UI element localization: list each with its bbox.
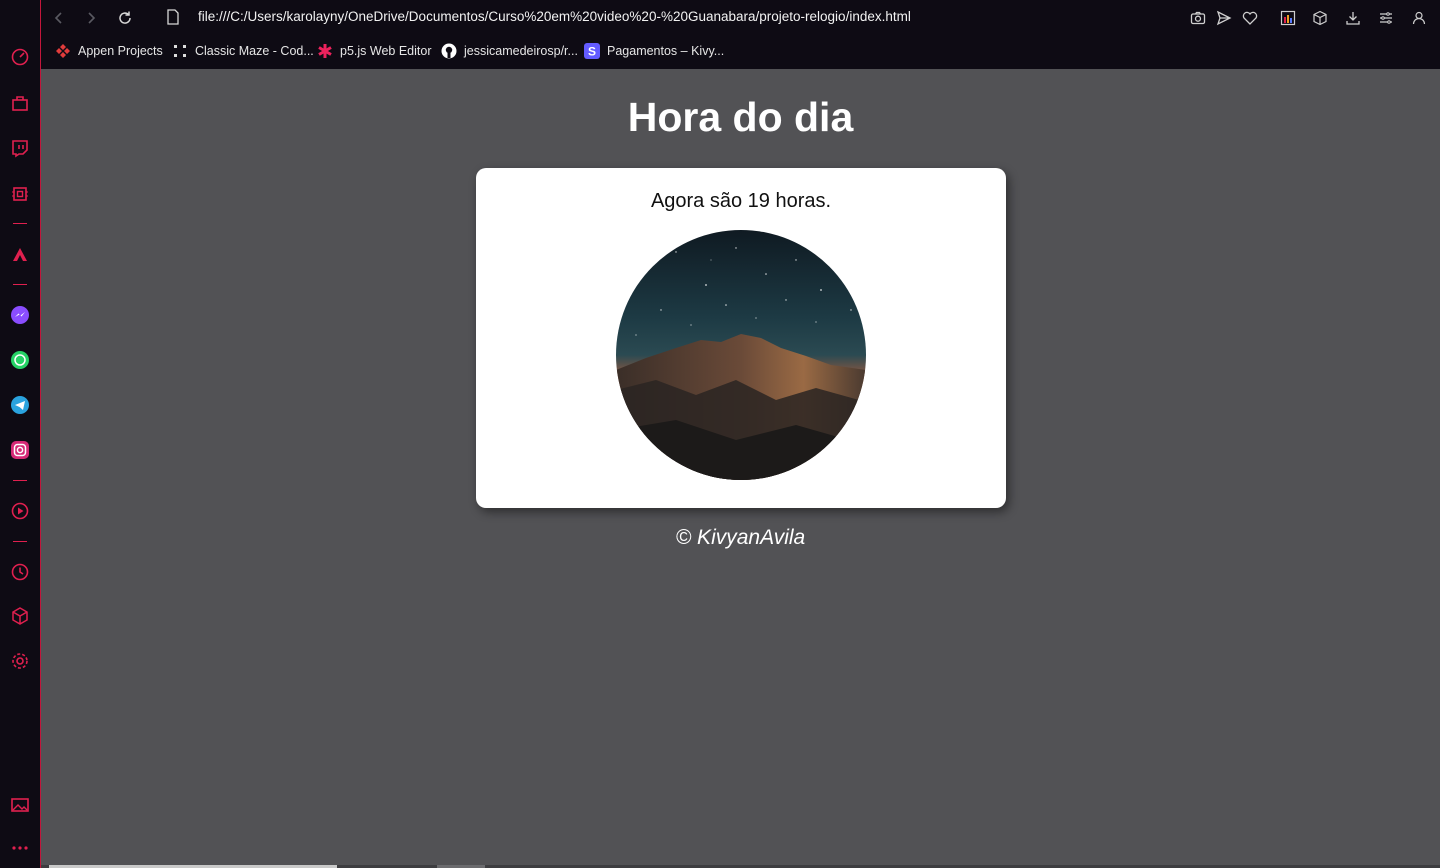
browser-toolbar: file:///C:/Users/karolayny/OneDrive/Docu…: [41, 0, 1440, 69]
reload-icon[interactable]: [114, 7, 136, 29]
shopping-icon[interactable]: [9, 92, 31, 114]
settings-icon[interactable]: [9, 650, 31, 672]
player-icon[interactable]: [9, 500, 31, 522]
stripe-icon: S: [584, 43, 600, 59]
bookmark-label: Appen Projects: [78, 44, 163, 58]
camera-icon[interactable]: [1187, 7, 1209, 29]
speed-dial-icon[interactable]: [9, 46, 31, 68]
footer-credit: © KivyanAvila: [675, 526, 806, 549]
send-icon[interactable]: [1213, 7, 1235, 29]
extensions-icon[interactable]: [9, 605, 31, 627]
messenger-icon[interactable]: [9, 304, 31, 326]
appen-icon: [55, 43, 71, 59]
page-title: Hora do dia: [627, 94, 854, 140]
sidebar-divider: [13, 223, 27, 224]
maze-icon: [172, 43, 188, 59]
github-icon: [441, 43, 457, 59]
bookmark-label: p5.js Web Editor: [340, 44, 432, 58]
more-icon[interactable]: [9, 837, 31, 859]
svg-text:S: S: [588, 45, 596, 59]
bookmark-label: Classic Maze - Cod...: [195, 44, 314, 58]
profile-icon[interactable]: [1408, 7, 1430, 29]
bookmark-appen-projects[interactable]: Appen Projects: [55, 40, 163, 62]
bookmark-p5js[interactable]: p5.js Web Editor: [317, 40, 431, 62]
p5js-icon: [317, 43, 333, 59]
history-icon[interactable]: [9, 561, 31, 583]
sidebar-divider: [13, 480, 27, 481]
time-message: Agora são 19 horas.: [650, 190, 832, 212]
bookmark-classic-maze[interactable]: Classic Maze - Cod...: [172, 40, 314, 62]
night-photo: [616, 230, 866, 480]
aria-icon[interactable]: [9, 183, 31, 205]
battery-meter-icon[interactable]: [1277, 7, 1299, 29]
gallery-icon[interactable]: [9, 794, 31, 816]
download-icon[interactable]: [1342, 7, 1364, 29]
sidebar-divider: [13, 284, 27, 285]
twitch-icon[interactable]: [9, 137, 31, 159]
instagram-icon[interactable]: [9, 439, 31, 461]
back-icon[interactable]: [48, 7, 70, 29]
bookmark-stripe[interactable]: S Pagamentos – Kivy...: [584, 40, 724, 62]
telegram-icon[interactable]: [9, 394, 31, 416]
clock-card: Agora são 19 horas.: [476, 168, 1006, 508]
bookmark-label: jessicamedeirosp/r...: [464, 44, 578, 58]
aria-logo-icon[interactable]: [9, 243, 31, 265]
whatsapp-icon[interactable]: [9, 349, 31, 371]
heart-icon[interactable]: [1239, 7, 1261, 29]
sidebar: [0, 0, 41, 868]
bookmark-label: Pagamentos – Kivy...: [607, 44, 725, 58]
sidebar-divider: [13, 541, 27, 542]
page-icon: [167, 9, 179, 25]
address-bar[interactable]: file:///C:/Users/karolayny/OneDrive/Docu…: [198, 9, 911, 24]
cube-icon[interactable]: [1309, 7, 1331, 29]
forward-icon[interactable]: [80, 7, 102, 29]
easy-setup-icon[interactable]: [1375, 7, 1397, 29]
toolbar-actions: [1180, 7, 1440, 29]
bookmark-github[interactable]: jessicamedeirosp/r...: [441, 40, 578, 62]
